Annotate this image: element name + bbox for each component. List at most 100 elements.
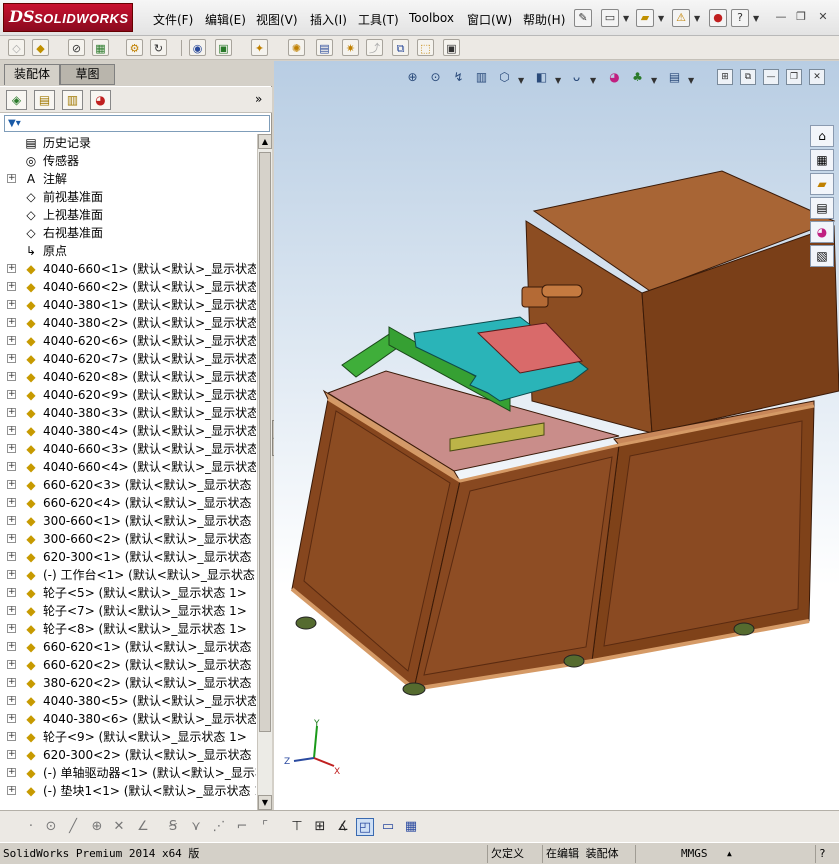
tree-item[interactable]: + ◆ 4040-620<8> (默认<默认>_显示状态 1> <box>0 368 256 386</box>
grid-icon[interactable]: ⊞ <box>311 818 329 836</box>
menu-tools[interactable]: 工具(T) <box>358 11 399 28</box>
tab-assembly[interactable]: 装配体 <box>4 64 60 85</box>
expand-plus-icon[interactable]: + <box>7 786 16 795</box>
move-component-icon[interactable]: ↻ <box>150 39 167 56</box>
minimize-icon[interactable]: — <box>772 9 790 25</box>
expand-plus-icon[interactable]: + <box>7 174 16 183</box>
tree-item[interactable]: + ◆ (-) 工作台<1> (默认<默认>_显示状态 <box>0 566 256 584</box>
solidworks-logo[interactable]: DS SOLIDWORKS <box>3 3 133 32</box>
tree-item[interactable]: ◎ 传感器 <box>0 152 256 170</box>
tree-item[interactable]: + ◆ 300-660<1> (默认<默认>_显示状态 1> <box>0 512 256 530</box>
graphics-viewport[interactable]: ⊕ ⊙ ↯ ▥ ⬡ ▼ ◧ ▼ ᴗ ▼ ◕ ♣ ▼ ▤ ▼ ⊞ ⧉ — ❐ ✕ <box>274 61 839 810</box>
tree-item[interactable]: + ◆ 轮子<8> (默认<默认>_显示状态 1> <box>0 620 256 638</box>
expand-plus-icon[interactable]: + <box>7 696 16 705</box>
scroll-down-arrow-icon[interactable]: ▼ <box>258 795 272 810</box>
tree-item[interactable]: + ◆ 4040-380<5> (默认<默认>_显示状态 1> <box>0 692 256 710</box>
section-view-toggle-icon[interactable]: ▭ <box>379 818 397 836</box>
bill-of-materials-icon[interactable]: ▤ <box>316 39 333 56</box>
corner-rectangle-icon[interactable]: ⌐ <box>233 818 251 836</box>
table-view-icon[interactable]: ▦ <box>402 818 420 836</box>
tree-item[interactable]: ↳ 原点 <box>0 242 256 260</box>
expand-plus-icon[interactable]: + <box>7 570 16 579</box>
help-icon[interactable]: ? <box>731 9 749 27</box>
tree-item[interactable]: + ◆ 轮子<7> (默认<默认>_显示状态 1> <box>0 602 256 620</box>
assembly-3d-model[interactable] <box>274 61 839 810</box>
tree-item[interactable]: + ◆ (-) 单轴驱动器<1> (默认<默认>_显示状 <box>0 764 256 782</box>
expand-plus-icon[interactable]: + <box>7 462 16 471</box>
tree-item[interactable]: + ◆ 380-620<2> (默认<默认>_显示状态 1> <box>0 674 256 692</box>
point-icon[interactable]: · <box>22 818 40 836</box>
design-library-icon[interactable]: ▦ <box>810 149 834 171</box>
spline-icon[interactable]: Ꞩ <box>164 818 182 836</box>
expand-plus-icon[interactable]: + <box>7 606 16 615</box>
expand-panel-icon[interactable]: » <box>255 92 262 106</box>
tree-item[interactable]: + ◆ 300-660<2> (默认<默认>_显示状态 1> <box>0 530 256 548</box>
show-hidden-icon[interactable]: ◉ <box>189 39 206 56</box>
open-folder-icon[interactable]: ▰ <box>636 9 654 27</box>
scroll-up-arrow-icon[interactable]: ▲ <box>258 134 272 149</box>
tree-scrollbar[interactable]: ▲ ▼ <box>257 134 272 810</box>
tree-item[interactable]: + ◆ 660-620<1> (默认<默认>_显示状态 1> <box>0 638 256 656</box>
restore-icon[interactable]: ❐ <box>792 9 810 25</box>
expand-plus-icon[interactable]: + <box>7 534 16 543</box>
expand-plus-icon[interactable]: + <box>7 444 16 453</box>
expand-plus-icon[interactable]: + <box>7 552 16 561</box>
tangent-line-icon[interactable]: ∠ <box>134 818 152 836</box>
pin-icon[interactable]: ✎ <box>574 9 592 27</box>
tree-item[interactable]: + ◆ 660-620<4> (默认<默认>_显示状态 1> <box>0 494 256 512</box>
polygon-icon[interactable]: ⊕ <box>88 818 106 836</box>
tree-item[interactable]: + ◆ 轮子<9> (默认<默认>_显示状态 1> <box>0 728 256 746</box>
expand-plus-icon[interactable]: + <box>7 732 16 741</box>
tree-item[interactable]: + ◆ 620-300<1> (默认<默认>_显示状态 1> <box>0 548 256 566</box>
tree-item[interactable]: + ◆ 4040-380<1> (默认<默认>_显示状态 1> <box>0 296 256 314</box>
menu-view[interactable]: 视图(V) <box>256 11 298 28</box>
tree-item[interactable]: + ◆ 4040-660<2> (默认<默认>_显示状态 1> <box>0 278 256 296</box>
chevron-down-icon[interactable]: ▼ <box>753 14 759 23</box>
help-icon[interactable]: ? <box>815 845 837 863</box>
tree-item[interactable]: + ◆ 4040-380<4> (默认<默认>_显示状态 1> <box>0 422 256 440</box>
tree-item[interactable]: + ◆ 660-620<2> (默认<默认>_显示状态 1> <box>0 656 256 674</box>
expand-plus-icon[interactable]: + <box>7 480 16 489</box>
property-manager-icon[interactable]: ▤ <box>34 90 55 110</box>
warning-icon[interactable]: ⚠ <box>672 9 690 27</box>
expand-plus-icon[interactable]: + <box>7 336 16 345</box>
menu-insert[interactable]: 插入(I) <box>310 11 347 28</box>
close-icon[interactable]: ✕ <box>814 9 832 25</box>
expand-plus-icon[interactable]: + <box>7 354 16 363</box>
smart-dimension-icon[interactable]: ⌜ <box>256 818 274 836</box>
expand-plus-icon[interactable]: + <box>7 750 16 759</box>
new-motion-study-icon[interactable]: ✺ <box>288 39 305 56</box>
mate-icon[interactable]: ⊘ <box>68 39 85 56</box>
view-palette-icon[interactable]: ▤ <box>810 197 834 219</box>
save-icon[interactable]: ▣ <box>443 39 460 56</box>
reference-geometry-icon[interactable]: ✦ <box>251 39 268 56</box>
tree-item[interactable]: + ◆ 4040-620<7> (默认<默认>_显示状态 1> <box>0 350 256 368</box>
expand-plus-icon[interactable]: + <box>7 390 16 399</box>
tree-item[interactable]: + ◆ 4040-660<4> (默认<默认>_显示状态 1> <box>0 458 256 476</box>
exploded-view-icon[interactable]: ✷ <box>342 39 359 56</box>
tree-item[interactable]: + ◆ (-) 垫块1<1> (默认<默认>_显示状态 1> <box>0 782 256 800</box>
tree-item[interactable]: + ◆ 4040-620<9> (默认<默认>_显示状态 1> <box>0 386 256 404</box>
units-chevron-icon[interactable]: ▲ <box>724 845 744 863</box>
configuration-manager-icon[interactable]: ▥ <box>62 90 83 110</box>
expand-plus-icon[interactable]: + <box>7 372 16 381</box>
angle-icon[interactable]: ∡ <box>334 818 352 836</box>
units-selector[interactable]: MMGS <box>678 845 724 863</box>
tree-filter-input[interactable]: ▼▾ <box>4 115 270 132</box>
expand-plus-icon[interactable]: + <box>7 264 16 273</box>
menu-window[interactable]: 窗口(W) <box>467 11 512 28</box>
explode-line-sketch-icon[interactable]: ⤴ <box>366 39 383 56</box>
appearances-icon[interactable]: ◕ <box>810 221 834 243</box>
scrollbar-thumb[interactable] <box>259 152 271 732</box>
shaded-cube-icon[interactable]: ◰ <box>356 818 374 836</box>
tree-item[interactable]: + ◆ 4040-380<6> (默认<默认>_显示状态 1> <box>0 710 256 728</box>
insert-component-icon[interactable]: ◆ <box>32 39 49 56</box>
tree-item[interactable]: ◇ 右视基准面 <box>0 224 256 242</box>
expand-plus-icon[interactable]: + <box>7 408 16 417</box>
convert-entities-icon[interactable]: ⋎ <box>187 818 205 836</box>
feature-manager-icon[interactable]: ◈ <box>6 90 27 110</box>
chevron-down-icon[interactable]: ▼ <box>694 14 700 23</box>
expand-plus-icon[interactable]: + <box>7 426 16 435</box>
tree-item[interactable]: ▤ 历史记录 <box>0 134 256 152</box>
tree-item[interactable]: + ◆ 轮子<5> (默认<默认>_显示状态 1> <box>0 584 256 602</box>
